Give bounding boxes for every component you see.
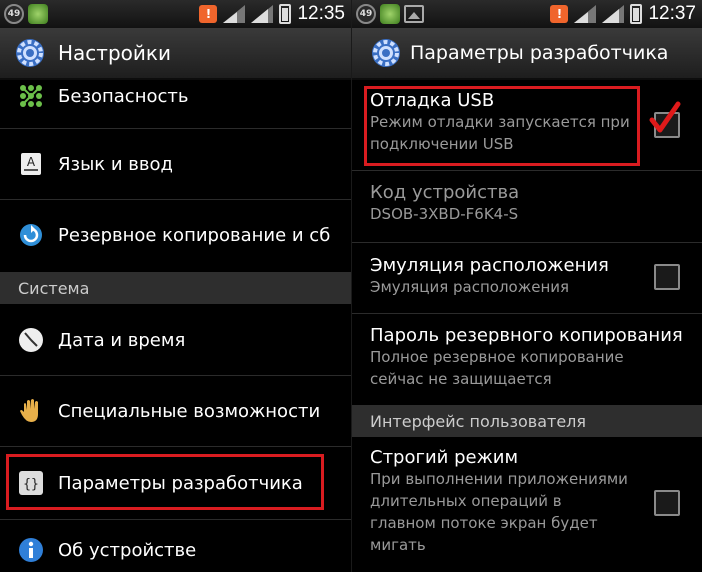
app-notification-icon: [380, 4, 400, 24]
app-notification-icon: [28, 4, 48, 24]
strict-mode-checkbox[interactable]: [654, 490, 680, 516]
settings-item-label: Язык и ввод: [58, 153, 173, 175]
alert-icon: !: [199, 5, 218, 23]
divider: [352, 170, 702, 171]
pref-summary: Эмуляция расположения: [370, 278, 570, 296]
image-notification-icon: [404, 5, 424, 23]
pref-title: Эмуляция расположения: [370, 255, 609, 276]
language-icon: A: [18, 151, 44, 177]
settings-item-label: Дата и время: [58, 329, 186, 351]
settings-item-backup[interactable]: Резервное копирование и сб: [0, 200, 351, 270]
developer-options-title-bar: Параметры разработчика: [352, 28, 702, 80]
pref-title: Код устройства: [370, 182, 520, 203]
status-clock: 12:35: [297, 3, 345, 24]
security-grid-icon: [18, 83, 44, 109]
settings-title-bar: Настройки: [0, 28, 351, 80]
info-icon: [18, 537, 44, 563]
settings-item-about-device[interactable]: Об устройстве: [0, 522, 351, 572]
battery-icon: [630, 4, 643, 24]
clock-icon: [18, 327, 44, 353]
pref-mock-location[interactable]: Эмуляция расположения Эмуляция расположе…: [370, 255, 632, 298]
pref-title: Строгий режим: [370, 447, 519, 468]
cell-signal-icon: [602, 5, 625, 23]
backup-icon: [18, 222, 44, 248]
settings-gear-icon: [372, 39, 400, 67]
settings-item-accessibility[interactable]: Специальные возможности: [0, 376, 351, 446]
page-title: Параметры разработчика: [410, 42, 669, 64]
developer-options-screen: 49 ! 12:37 Параметры разработчика Отладк…: [351, 0, 702, 572]
status-bar: 49 ! 12:35: [0, 0, 351, 28]
divider: [352, 313, 702, 314]
svg-text:A: A: [27, 155, 36, 169]
settings-item-date-time[interactable]: Дата и время: [0, 305, 351, 375]
pref-backup-password[interactable]: Пароль резервного копирования Полное рез…: [370, 325, 692, 390]
settings-screen: 49 ! 12:35 Настройки Безопасность A Язык…: [0, 0, 351, 572]
settings-item-label: Безопасность: [58, 85, 189, 107]
settings-item-label: Об устройстве: [58, 539, 197, 561]
divider: [352, 242, 702, 243]
section-header-system: Система: [0, 272, 351, 304]
settings-item-language[interactable]: A Язык и ввод: [0, 129, 351, 199]
wifi-signal-icon: [574, 5, 597, 23]
settings-gear-icon: [16, 39, 44, 67]
pref-strict-mode[interactable]: Строгий режим При выполнении приложениям…: [370, 447, 632, 556]
pref-device-code: Код устройства DSOB-3XBD-F6K4-S: [370, 182, 632, 225]
section-header-ui: Интерфейс пользователя: [352, 405, 702, 437]
settings-item-security[interactable]: Безопасность: [0, 80, 351, 112]
settings-item-label: Резервное копирование и сб: [58, 224, 331, 246]
settings-item-label: Специальные возможности: [58, 400, 321, 422]
page-title: Настройки: [58, 41, 171, 65]
pref-summary: При выполнении приложениями длительных о…: [370, 470, 628, 554]
battery-icon: [279, 4, 292, 24]
divider: [0, 519, 351, 520]
hand-icon: [18, 398, 44, 424]
notification-count-badge: 49: [4, 4, 24, 24]
pref-summary: DSOB-3XBD-F6K4-S: [370, 205, 519, 223]
cell-signal-icon: [251, 5, 274, 23]
pref-summary: Полное резервное копирование сейчас не з…: [370, 348, 624, 388]
status-bar: 49 ! 12:37: [352, 0, 702, 28]
status-clock: 12:37: [648, 3, 696, 24]
wifi-signal-icon: [223, 5, 246, 23]
alert-icon: !: [550, 5, 569, 23]
checkmark-icon: [649, 101, 681, 133]
divider: [0, 446, 351, 447]
pref-title: Пароль резервного копирования: [370, 325, 683, 346]
highlight-frame-usb-debugging: [364, 86, 640, 166]
notification-count-badge: 49: [356, 4, 376, 24]
mock-location-checkbox[interactable]: [654, 264, 680, 290]
highlight-frame-developer-options: [6, 454, 324, 510]
